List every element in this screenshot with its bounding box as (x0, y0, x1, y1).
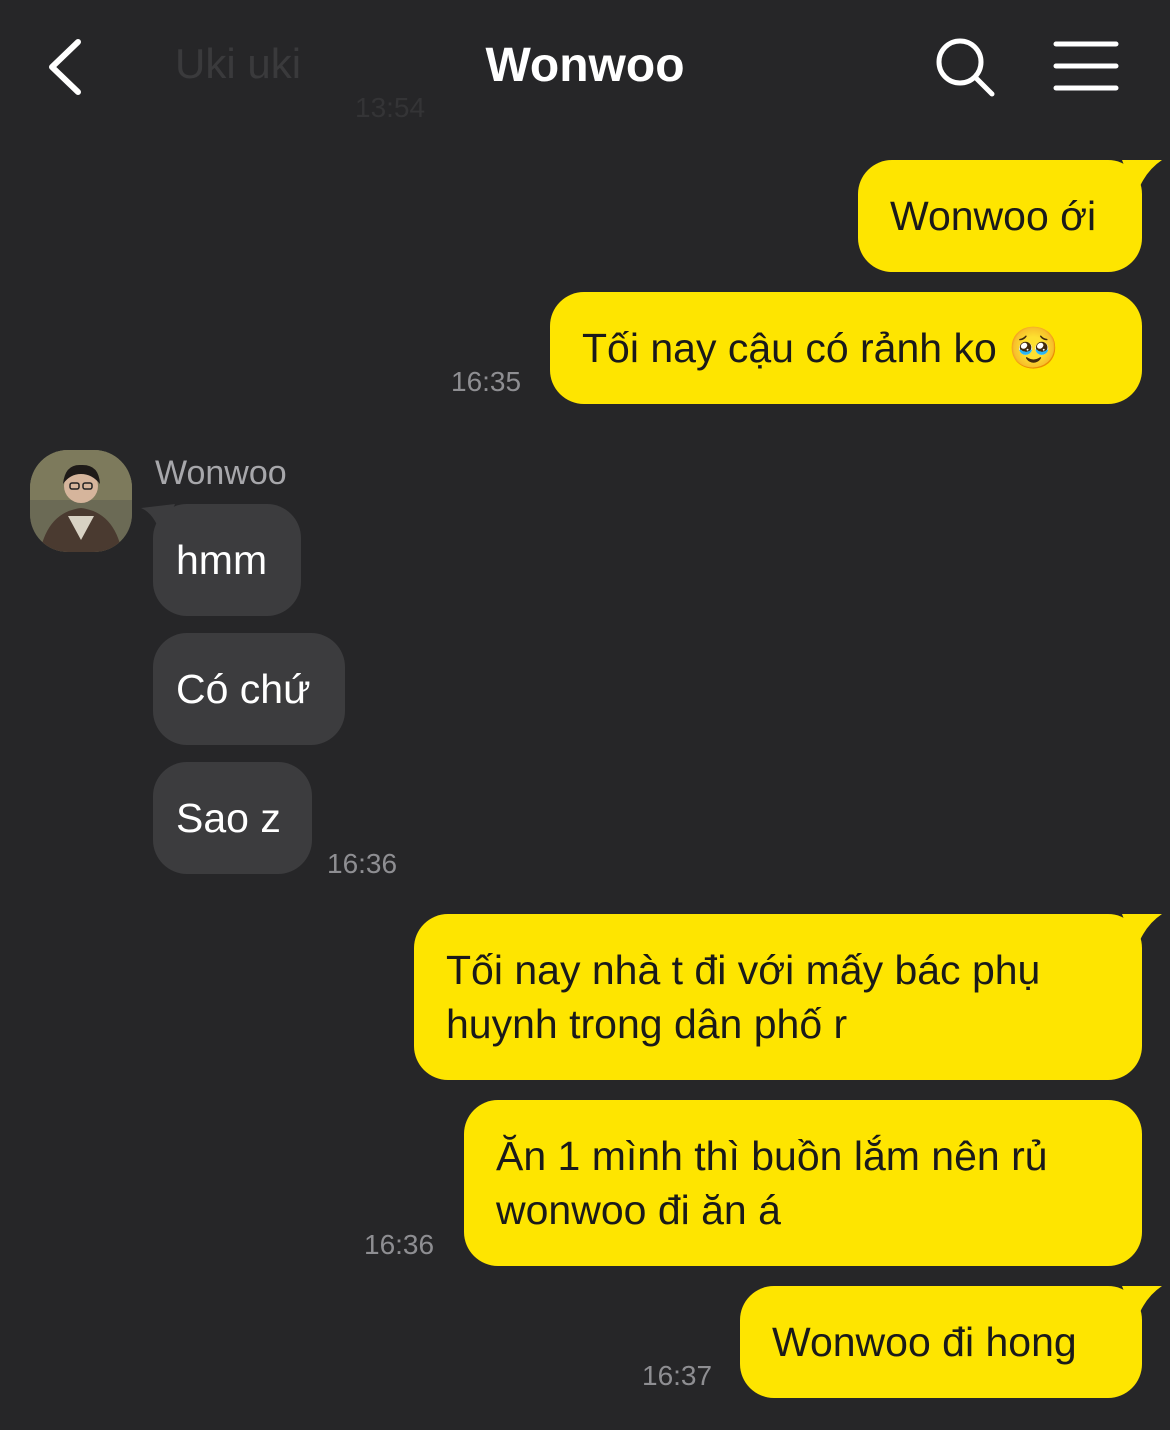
message-text: Sao z (176, 795, 281, 841)
message-timestamp: 16:35 (451, 366, 522, 397)
message-text: Tối nay nhà t đi với mấy bác phụ huynh t… (446, 947, 1041, 1047)
message-timestamp: 16:36 (327, 848, 398, 879)
message-text: hmm (176, 537, 268, 583)
chat-header: Uki uki 13:54 Wonwoo (0, 0, 1170, 135)
message-text: Tối nay cậu có rảnh ko 🥹 (582, 325, 1060, 371)
outgoing-message-bubble[interactable]: Tối nay cậu có rảnh ko 🥹 (550, 292, 1142, 404)
hamburger-menu-icon (1053, 41, 1119, 91)
incoming-message-bubble[interactable]: hmm (141, 504, 301, 616)
search-button[interactable] (932, 34, 998, 100)
bubble-tail-icon (1122, 914, 1162, 950)
bubble-tail-icon (1122, 160, 1162, 196)
outgoing-message-bubble[interactable]: Wonwoo đi hong (740, 1286, 1162, 1398)
contact-avatar[interactable] (30, 450, 132, 552)
bubble-tail-icon (1122, 1286, 1162, 1322)
message-text: Ăn 1 mình thì buồn lắm nên rủ wonwoo đi … (496, 1133, 1048, 1233)
outgoing-message-bubble[interactable]: Wonwoo ới (858, 160, 1162, 272)
incoming-message-bubble[interactable]: Sao z (153, 762, 312, 874)
bubble-tail-icon (141, 504, 175, 536)
message-text: Có chứ (176, 666, 311, 712)
previous-chat-time-ghost: 13:54 (355, 92, 426, 123)
search-icon (936, 38, 995, 97)
outgoing-message-bubble[interactable]: Ăn 1 mình thì buồn lắm nên rủ wonwoo đi … (464, 1100, 1142, 1266)
sender-name: Wonwoo (155, 454, 287, 492)
message-timestamp: 16:37 (642, 1360, 713, 1391)
incoming-message-bubble[interactable]: Có chứ (153, 633, 345, 745)
avatar-photo (30, 450, 132, 552)
outgoing-message-bubble[interactable]: Tối nay nhà t đi với mấy bác phụ huynh t… (414, 914, 1162, 1080)
message-text: Wonwoo đi hong (772, 1319, 1077, 1365)
message-timestamp: 16:36 (364, 1229, 435, 1260)
menu-button[interactable] (1050, 36, 1122, 96)
message-text: Wonwoo ới (890, 193, 1097, 239)
